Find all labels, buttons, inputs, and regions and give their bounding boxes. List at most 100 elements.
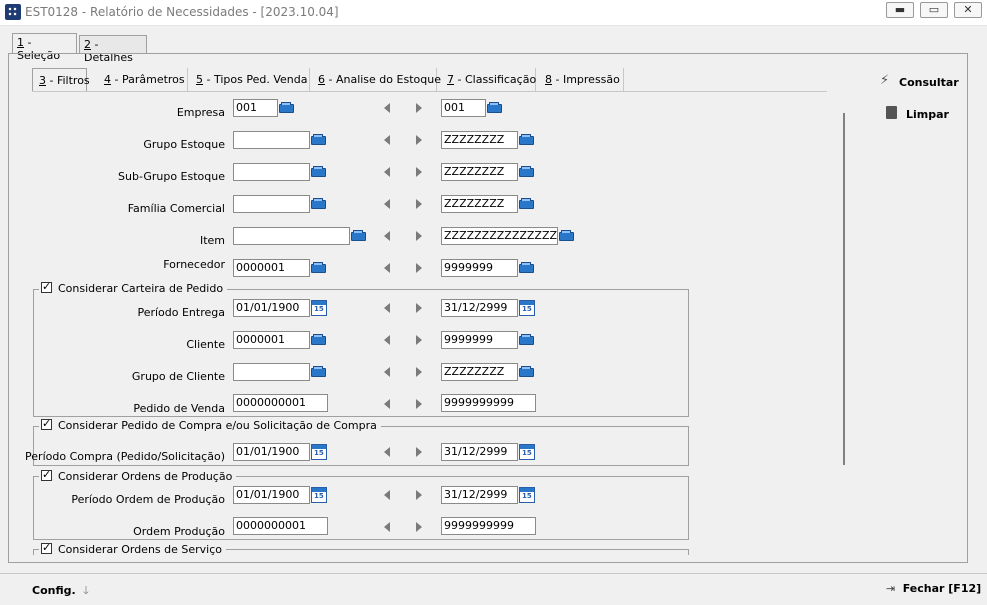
familia-to-input[interactable]: ZZZZZZZZ <box>441 195 518 213</box>
periodo-entrega-left-arrow-icon[interactable] <box>384 303 390 313</box>
grupo-cliente-from-lookup-icon[interactable] <box>310 363 328 379</box>
periodo-entrega-to-calendar-icon[interactable] <box>519 300 535 316</box>
familia-from-input[interactable] <box>233 195 310 213</box>
cliente-to-input[interactable]: 9999999 <box>441 331 518 349</box>
cliente-to-lookup-icon[interactable] <box>518 331 536 347</box>
pedido-venda-left-arrow-icon[interactable] <box>384 399 390 409</box>
tab-classificacao[interactable]: 7 - Classificação <box>441 68 536 92</box>
periodo-ordem-to-calendar-icon[interactable] <box>519 487 535 503</box>
fornecedor-left-arrow-icon[interactable] <box>384 263 390 273</box>
fornecedor-to-lookup-icon[interactable] <box>518 259 536 275</box>
cliente-label: Cliente <box>186 338 225 351</box>
periodo-ordem-left-arrow-icon[interactable] <box>384 490 390 500</box>
item-left-arrow-icon[interactable] <box>384 231 390 241</box>
familia-right-arrow-icon[interactable] <box>416 199 422 209</box>
tab-analise-estoque[interactable]: 6 - Analise do Estoque <box>312 68 441 92</box>
tab-impressao[interactable]: 8 - Impressão <box>539 68 624 92</box>
tab-filtros[interactable]: 3 - Filtros <box>32 68 90 92</box>
consultar-button[interactable]: ⚡ Consultar <box>880 73 960 90</box>
periodo-ordem-from-calendar-icon[interactable] <box>311 487 327 503</box>
ordem-producao-right-arrow-icon[interactable] <box>416 522 422 532</box>
periodo-compra-from-input[interactable]: 01/01/1900 <box>233 443 310 461</box>
grupo-estoque-to-lookup-icon[interactable] <box>518 131 536 147</box>
fornecedor-from-lookup-icon[interactable] <box>310 259 328 275</box>
periodo-entrega-to-input[interactable]: 31/12/2999 <box>441 299 518 317</box>
periodo-entrega-label: Período Entrega <box>137 306 225 319</box>
empresa-from-input[interactable]: 001 <box>233 99 278 117</box>
item-to-input[interactable]: ZZZZZZZZZZZZZZZZZZZZ <box>441 227 558 245</box>
familia-comercial-label: Família Comercial <box>127 202 225 215</box>
sub-grupo-from-lookup-icon[interactable] <box>310 163 328 179</box>
periodo-ordem-from-input[interactable]: 01/01/1900 <box>233 486 310 504</box>
grupo-cliente-to-lookup-icon[interactable] <box>518 363 536 379</box>
item-to-lookup-icon[interactable] <box>558 227 576 243</box>
empresa-right-arrow-icon[interactable] <box>416 103 422 113</box>
grupo-cliente-to-input[interactable]: ZZZZZZZZ <box>441 363 518 381</box>
empresa-left-arrow-icon[interactable] <box>384 103 390 113</box>
sub-grupo-from-input[interactable] <box>233 163 310 181</box>
pedido-venda-right-arrow-icon[interactable] <box>416 399 422 409</box>
fornecedor-right-arrow-icon[interactable] <box>416 263 422 273</box>
limpar-label: Limpar <box>906 108 949 121</box>
fechar-button[interactable]: ⇥ Fechar [F12] <box>886 582 981 596</box>
grupo-estoque-to-input[interactable]: ZZZZZZZZ <box>441 131 518 149</box>
ordem-producao-from-input[interactable]: 0000000001 <box>233 517 328 535</box>
pedido-venda-to-input[interactable]: 9999999999 <box>441 394 536 412</box>
tab-parametros[interactable]: 4 - Parâmetros <box>98 68 188 92</box>
tab-tipos-ped-venda[interactable]: 5 - Tipos Ped. Venda <box>190 68 310 92</box>
periodo-entrega-from-input[interactable]: 01/01/1900 <box>233 299 310 317</box>
empresa-to-lookup-icon[interactable] <box>486 99 504 115</box>
tab-selecao[interactable]: 1 - Seleção <box>12 33 77 62</box>
minimize-button[interactable]: ▬ <box>886 2 914 18</box>
maximize-button[interactable]: ▭ <box>920 2 948 18</box>
periodo-ordem-right-arrow-icon[interactable] <box>416 490 422 500</box>
sub-grupo-to-input[interactable]: ZZZZZZZZ <box>441 163 518 181</box>
grupo-cliente-right-arrow-icon[interactable] <box>416 367 422 377</box>
cliente-from-input[interactable]: 0000001 <box>233 331 310 349</box>
sub-grupo-right-arrow-icon[interactable] <box>416 167 422 177</box>
fornecedor-to-input[interactable]: 9999999 <box>441 259 518 277</box>
periodo-compra-to-input[interactable]: 31/12/2999 <box>441 443 518 461</box>
close-button[interactable]: ✕ <box>954 2 982 18</box>
sub-grupo-to-lookup-icon[interactable] <box>518 163 536 179</box>
cliente-right-arrow-icon[interactable] <box>416 335 422 345</box>
ordem-producao-to-input[interactable]: 9999999999 <box>441 517 536 535</box>
ordem-producao-left-arrow-icon[interactable] <box>384 522 390 532</box>
item-from-input[interactable] <box>233 227 350 245</box>
familia-to-lookup-icon[interactable] <box>518 195 536 211</box>
periodo-compra-right-arrow-icon[interactable] <box>416 447 422 457</box>
periodo-compra-to-calendar-icon[interactable] <box>519 444 535 460</box>
limpar-button[interactable]: Limpar <box>886 106 949 122</box>
empresa-from-lookup-icon[interactable] <box>278 99 296 115</box>
item-right-arrow-icon[interactable] <box>416 231 422 241</box>
tab-detalhes[interactable]: 2 - Detalhes <box>79 35 147 64</box>
periodo-compra-from-calendar-icon[interactable] <box>311 444 327 460</box>
cliente-left-arrow-icon[interactable] <box>384 335 390 345</box>
pedido-venda-from-input[interactable]: 0000000001 <box>233 394 328 412</box>
carteira-checkbox[interactable]: Considerar Carteira de Pedido <box>39 280 228 295</box>
grupo-estoque-from-lookup-icon[interactable] <box>310 131 328 147</box>
grupo-estoque-right-arrow-icon[interactable] <box>416 135 422 145</box>
periodo-compra-left-arrow-icon[interactable] <box>384 447 390 457</box>
cliente-from-lookup-icon[interactable] <box>310 331 328 347</box>
periodo-entrega-right-arrow-icon[interactable] <box>416 303 422 313</box>
grupo-cliente-from-input[interactable] <box>233 363 310 381</box>
periodo-ordem-label: Período Ordem de Produção <box>71 493 225 506</box>
periodo-ordem-to-input[interactable]: 31/12/2999 <box>441 486 518 504</box>
familia-left-arrow-icon[interactable] <box>384 199 390 209</box>
tab-classificacao-key: 7 <box>447 73 454 86</box>
empresa-to-input[interactable]: 001 <box>441 99 486 117</box>
fornecedor-from-input[interactable]: 0000001 <box>233 259 310 277</box>
item-from-lookup-icon[interactable] <box>350 227 368 243</box>
compra-title: Considerar Pedido de Compra e/ou Solicit… <box>58 419 377 432</box>
familia-from-lookup-icon[interactable] <box>310 195 328 211</box>
grupo-cliente-left-arrow-icon[interactable] <box>384 367 390 377</box>
periodo-entrega-from-calendar-icon[interactable] <box>311 300 327 316</box>
sub-grupo-left-arrow-icon[interactable] <box>384 167 390 177</box>
config-button[interactable]: Config. 🡓 <box>32 582 89 597</box>
producao-checkbox[interactable]: Considerar Ordens de Produção <box>39 468 237 483</box>
grupo-estoque-from-input[interactable] <box>233 131 310 149</box>
servico-checkbox[interactable]: Considerar Ordens de Serviço <box>39 541 227 556</box>
grupo-estoque-left-arrow-icon[interactable] <box>384 135 390 145</box>
compra-checkbox[interactable]: Considerar Pedido de Compra e/ou Solicit… <box>39 417 381 432</box>
